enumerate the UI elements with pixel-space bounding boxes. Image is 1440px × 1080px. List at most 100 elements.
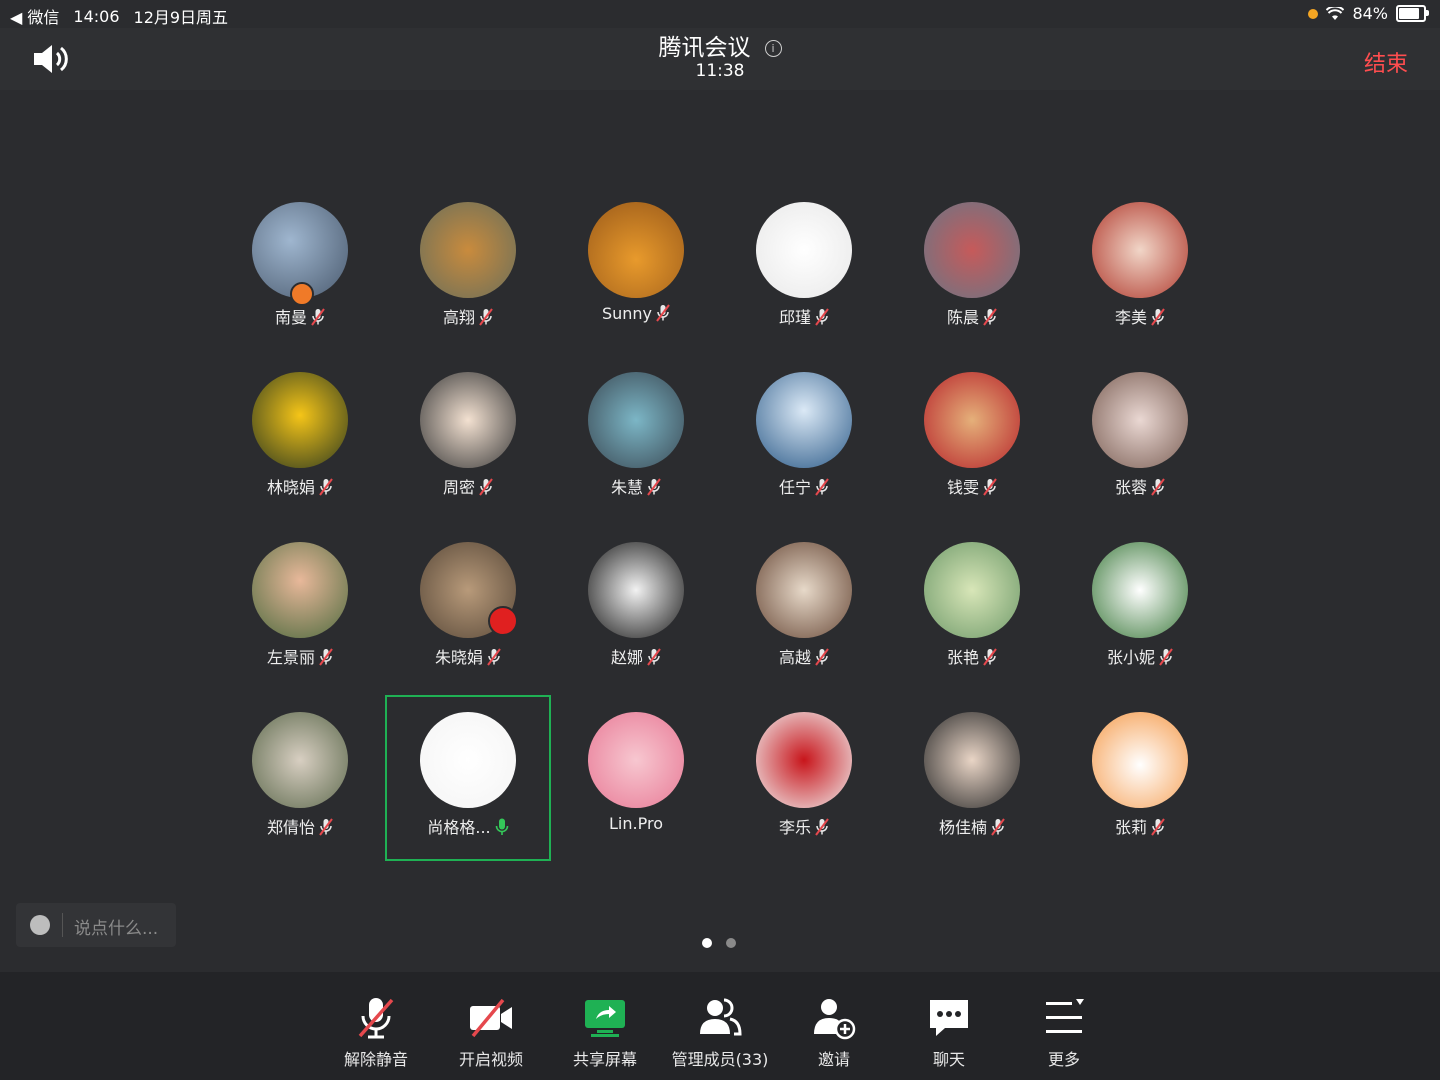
meeting-timer: 11:38 [695,61,745,81]
participant-tile[interactable]: 周密 [384,362,552,502]
mic-muted-icon [815,308,829,326]
participant-name: 陈晨 [888,304,1056,328]
meeting-title[interactable]: 腾讯会议 i [0,28,1440,62]
add-user-icon [814,999,856,1040]
bottom-toolbar: 解除静音 开启视频 共享屏幕 管理成员(33) 邀请 聊天 更多 [0,972,1440,1080]
avatar [1092,712,1188,808]
mic-muted-icon [479,308,493,326]
participant-tile[interactable]: 陈晨 [888,192,1056,332]
avatar [756,712,852,808]
participant-name: 高翔 [384,304,552,328]
mic-muted-icon [656,304,670,322]
participant-tile[interactable]: 张艳 [888,532,1056,672]
chat-placeholder: 说点什么... [74,919,159,939]
mic-muted-icon [815,648,829,666]
participant-name: 朱晓娟 [384,644,552,668]
avatar [252,712,348,808]
participant-name: 左景丽 [216,644,384,668]
active-speaker-frame [385,695,551,861]
participant-tile[interactable]: 李乐 [720,702,888,842]
participant-tile[interactable]: Sunny [552,192,720,332]
avatar [1092,202,1188,298]
chat-bubble-icon [930,1000,968,1036]
participant-name: 张蓉 [1056,474,1224,498]
status-date: 12月9日周五 [133,8,229,27]
manage-members-button[interactable]: 管理成员(33) [662,994,778,1070]
status-bar: ◀ 微信 14:06 12月9日周五 84% [0,0,1440,28]
avatar [924,202,1020,298]
avatar [588,372,684,468]
participant-tile[interactable]: 左景丽 [216,532,384,672]
participant-name: 邱瑾 [720,304,888,328]
share-screen-button[interactable]: 共享屏幕 [547,994,663,1070]
participant-name: 任宁 [720,474,888,498]
mic-muted-icon [319,648,333,666]
mic-muted-icon [311,308,325,326]
participant-name: 林晓娟 [216,474,384,498]
meeting-header: 腾讯会议 i 11:38 结束 [0,28,1440,90]
avatar [252,372,348,468]
recording-dot-icon [1308,8,1319,19]
mic-muted-icon [479,478,493,496]
participant-tile[interactable]: 高翔 [384,192,552,332]
avatar [588,542,684,638]
participant-tile[interactable]: Lin.Pro [552,702,720,842]
share-screen-icon [585,1000,625,1037]
participant-name: 张艳 [888,644,1056,668]
members-icon [700,998,742,1036]
avatar [756,372,852,468]
mic-muted-icon [319,478,333,496]
invite-button[interactable]: 邀请 [776,994,892,1070]
mic-muted-icon [983,308,997,326]
more-button[interactable]: 更多 [1006,994,1122,1070]
end-meeting-button[interactable]: 结束 [1364,46,1408,78]
back-to-wechat[interactable]: ◀ 微信 [10,4,59,28]
participant-tile[interactable]: 李美 [1056,192,1224,332]
mic-muted-icon [1151,818,1165,836]
participant-tile[interactable]: 朱晓娟 [384,532,552,672]
page-dot-2[interactable] [726,938,736,948]
mic-muted-icon [1151,308,1165,326]
participant-tile[interactable]: 郑倩怡 [216,702,384,842]
chat-button[interactable]: 聊天 [891,994,1007,1070]
participant-tile[interactable]: 高越 [720,532,888,672]
participant-name: 杨佳楠 [888,814,1056,838]
participant-tile[interactable]: 杨佳楠 [888,702,1056,842]
participant-name: Sunny [552,304,720,323]
participant-name: 南曼 [216,304,384,328]
avatar [252,542,348,638]
avatar [420,372,516,468]
status-time: 14:06 [73,6,120,26]
participant-tile[interactable]: 任宁 [720,362,888,502]
participant-tile[interactable]: 张莉 [1056,702,1224,842]
participant-name: 李乐 [720,814,888,838]
mic-muted-icon [1159,648,1173,666]
participant-tile[interactable]: 赵娜 [552,532,720,672]
participant-tile[interactable]: 张小妮 [1056,532,1224,672]
participant-name: 张莉 [1056,814,1224,838]
host-badge-icon [290,282,314,306]
mic-muted-icon [983,648,997,666]
mic-muted-icon [815,818,829,836]
participant-tile[interactable]: 南曼 [216,192,384,332]
participant-name: 朱慧 [552,474,720,498]
chat-input[interactable]: 说点什么... [16,903,176,947]
participant-tile[interactable]: 邱瑾 [720,192,888,332]
participant-name: 李美 [1056,304,1224,328]
page-indicator[interactable] [702,938,736,948]
mic-muted-icon [319,818,333,836]
wifi-icon [1326,6,1345,20]
participant-tile[interactable]: 林晓娟 [216,362,384,502]
start-video-button[interactable]: 开启视频 [433,994,549,1070]
avatar [756,542,852,638]
info-icon[interactable]: i [764,40,782,57]
emoji-icon[interactable] [30,915,50,935]
page-dot-1[interactable] [702,938,712,948]
participant-tile[interactable]: 张蓉 [1056,362,1224,502]
muted-mic-icon [358,998,394,1039]
participant-tile[interactable]: 朱慧 [552,362,720,502]
mic-muted-icon [815,478,829,496]
participant-tile[interactable]: 钱雯 [888,362,1056,502]
unmute-button[interactable]: 解除静音 [318,994,434,1070]
avatar [1092,542,1188,638]
